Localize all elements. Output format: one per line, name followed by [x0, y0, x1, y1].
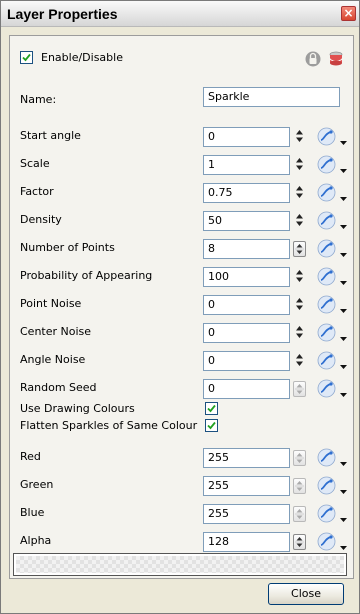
scale-spinner[interactable]: [295, 157, 309, 173]
red-spinner[interactable]: [293, 450, 307, 466]
density-spinner[interactable]: [295, 213, 309, 229]
point-noise-field[interactable]: 0: [203, 295, 290, 315]
factor-field[interactable]: 0.75: [203, 183, 290, 203]
blue-spinner[interactable]: [293, 506, 307, 522]
point-noise-function-curve-icon[interactable]: [317, 295, 336, 314]
name-field[interactable]: Sparkle: [203, 87, 340, 107]
factor-label: Factor: [20, 185, 54, 198]
green-spinner[interactable]: [293, 478, 307, 494]
blue-field[interactable]: 255: [203, 504, 290, 524]
green-dropdown-icon[interactable]: [340, 484, 347, 494]
window-title: Layer Properties: [7, 6, 118, 22]
color-preview: [13, 553, 347, 576]
probability-of-appearing-field[interactable]: 100: [203, 267, 290, 287]
probability-of-appearing-dropdown-icon[interactable]: [340, 275, 347, 285]
start-angle-label: Start angle: [20, 129, 81, 142]
title-bar[interactable]: Layer Properties ×: [1, 1, 359, 27]
flatten-sparkles-label: Flatten Sparkles of Same Colour: [20, 419, 198, 432]
enable-label: Enable/Disable: [41, 51, 123, 64]
angle-noise-label: Angle Noise: [20, 353, 86, 366]
alpha-field[interactable]: 128: [203, 532, 290, 552]
red-function-curve-icon[interactable]: [317, 448, 336, 467]
point-noise-label: Point Noise: [20, 297, 82, 310]
point-noise-spinner[interactable]: [295, 297, 309, 313]
angle-noise-field[interactable]: 0: [203, 351, 290, 371]
random-seed-label: Random Seed: [20, 381, 97, 394]
angle-noise-dropdown-icon[interactable]: [340, 359, 347, 369]
start-angle-field[interactable]: 0: [203, 127, 290, 147]
layer-properties-window: Layer Properties × Enable/Disable Name: …: [0, 0, 360, 614]
scale-function-curve-icon[interactable]: [317, 155, 336, 174]
checkerboard-swatch: [16, 556, 344, 573]
blue-label: Blue: [20, 506, 45, 519]
probability-of-appearing-label: Probability of Appearing: [20, 269, 153, 282]
center-noise-label: Center Noise: [20, 325, 92, 338]
number-of-points-spinner[interactable]: [293, 241, 307, 257]
start-angle-dropdown-icon[interactable]: [340, 135, 347, 145]
lock-icon[interactable]: [305, 51, 321, 67]
alpha-function-curve-icon[interactable]: [317, 532, 336, 551]
angle-noise-function-curve-icon[interactable]: [317, 351, 336, 370]
factor-spinner[interactable]: [295, 185, 309, 201]
use-drawing-colours-label: Use Drawing Colours: [20, 402, 135, 415]
green-field[interactable]: 255: [203, 476, 290, 496]
alpha-dropdown-icon[interactable]: [340, 540, 347, 550]
window-close-icon[interactable]: ×: [341, 6, 356, 21]
center-noise-spinner[interactable]: [295, 325, 309, 341]
start-angle-spinner[interactable]: [295, 129, 309, 145]
density-label: Density: [20, 213, 62, 226]
density-dropdown-icon[interactable]: [340, 219, 347, 229]
angle-noise-spinner[interactable]: [295, 353, 309, 369]
database-icon[interactable]: [328, 51, 344, 67]
point-noise-dropdown-icon[interactable]: [340, 303, 347, 313]
scale-label: Scale: [20, 157, 50, 170]
number-of-points-dropdown-icon[interactable]: [340, 247, 347, 257]
use-drawing-colours-checkbox[interactable]: [205, 402, 218, 415]
blue-function-curve-icon[interactable]: [317, 504, 336, 523]
alpha-spinner[interactable]: [293, 534, 307, 550]
enable-checkbox[interactable]: [20, 51, 33, 64]
green-function-curve-icon[interactable]: [317, 476, 336, 495]
center-noise-dropdown-icon[interactable]: [340, 331, 347, 341]
green-label: Green: [20, 478, 54, 491]
number-of-points-function-curve-icon[interactable]: [317, 239, 336, 258]
red-field[interactable]: 255: [203, 448, 290, 468]
number-of-points-label: Number of Points: [20, 241, 115, 254]
random-seed-function-curve-icon[interactable]: [317, 379, 336, 398]
number-of-points-field[interactable]: 8: [203, 239, 290, 259]
scale-field[interactable]: 1: [203, 155, 290, 175]
random-seed-dropdown-icon[interactable]: [340, 387, 347, 397]
alpha-label: Alpha: [20, 534, 52, 547]
probability-of-appearing-spinner[interactable]: [295, 269, 309, 285]
density-function-curve-icon[interactable]: [317, 211, 336, 230]
factor-dropdown-icon[interactable]: [340, 191, 347, 201]
center-noise-function-curve-icon[interactable]: [317, 323, 336, 342]
probability-of-appearing-function-curve-icon[interactable]: [317, 267, 336, 286]
scale-dropdown-icon[interactable]: [340, 163, 347, 173]
red-dropdown-icon[interactable]: [340, 456, 347, 466]
random-seed-field[interactable]: 0: [203, 379, 290, 399]
name-label: Name:: [20, 93, 57, 106]
blue-dropdown-icon[interactable]: [340, 512, 347, 522]
factor-function-curve-icon[interactable]: [317, 183, 336, 202]
red-label: Red: [20, 450, 41, 463]
center-noise-field[interactable]: 0: [203, 323, 290, 343]
flatten-sparkles-checkbox[interactable]: [205, 419, 218, 432]
start-angle-function-curve-icon[interactable]: [317, 127, 336, 146]
density-field[interactable]: 50: [203, 211, 290, 231]
close-button[interactable]: Close: [268, 583, 344, 605]
random-seed-spinner[interactable]: [293, 381, 307, 397]
